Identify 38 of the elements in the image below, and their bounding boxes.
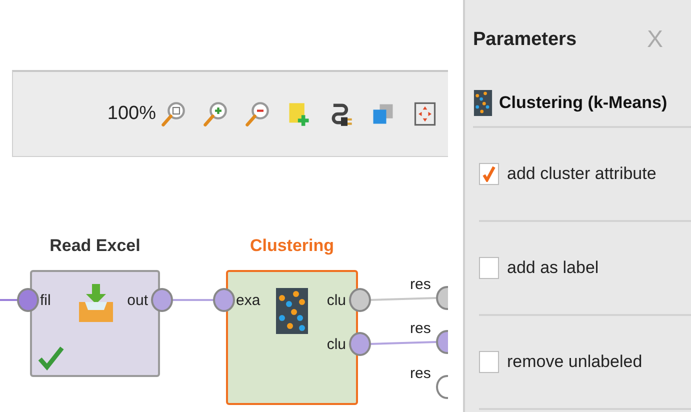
- port-label: out: [127, 292, 148, 309]
- operator-name: Clustering (k-Means): [499, 93, 668, 113]
- zoom-reset-icon[interactable]: [160, 101, 186, 127]
- zoom-out-icon[interactable]: [244, 101, 270, 127]
- operator-node[interactable]: fil out: [30, 270, 160, 377]
- input-port[interactable]: [213, 288, 235, 312]
- checkbox[interactable]: [479, 351, 499, 373]
- checkbox[interactable]: [479, 257, 499, 279]
- wire: [368, 297, 436, 301]
- operator-title: Read Excel: [48, 236, 142, 256]
- import-tray-icon: [77, 284, 115, 324]
- output-port[interactable]: [349, 288, 371, 312]
- output-port[interactable]: [151, 288, 173, 312]
- output-port[interactable]: [349, 332, 371, 356]
- operator-node[interactable]: exa clu clu: [226, 270, 358, 405]
- wire: [368, 341, 436, 345]
- checkbox[interactable]: [479, 163, 499, 185]
- port-label: exa: [236, 292, 260, 309]
- port-label: fil: [40, 292, 51, 309]
- port-label: clu: [326, 292, 346, 309]
- fit-view-icon[interactable]: [412, 101, 438, 127]
- panel-title: Parameters: [473, 29, 577, 51]
- parameter-label: add as label: [507, 258, 599, 278]
- port-label: res: [410, 276, 431, 293]
- input-port[interactable]: [17, 288, 39, 312]
- operator-title: Clustering: [248, 236, 336, 256]
- port-label: res: [410, 320, 431, 337]
- zoom-level: 100%: [107, 103, 156, 125]
- zoom-in-icon[interactable]: [202, 101, 228, 127]
- scatter-icon: [276, 288, 308, 334]
- checkmark-icon: [38, 345, 64, 371]
- wire: [0, 299, 18, 301]
- scatter-icon: [473, 90, 493, 116]
- wire: [171, 299, 215, 301]
- port-label: clu: [326, 336, 346, 353]
- port-label: res: [410, 365, 431, 382]
- parameter-label: add cluster attribute: [507, 164, 656, 184]
- parameter-label: remove unlabeled: [507, 352, 642, 372]
